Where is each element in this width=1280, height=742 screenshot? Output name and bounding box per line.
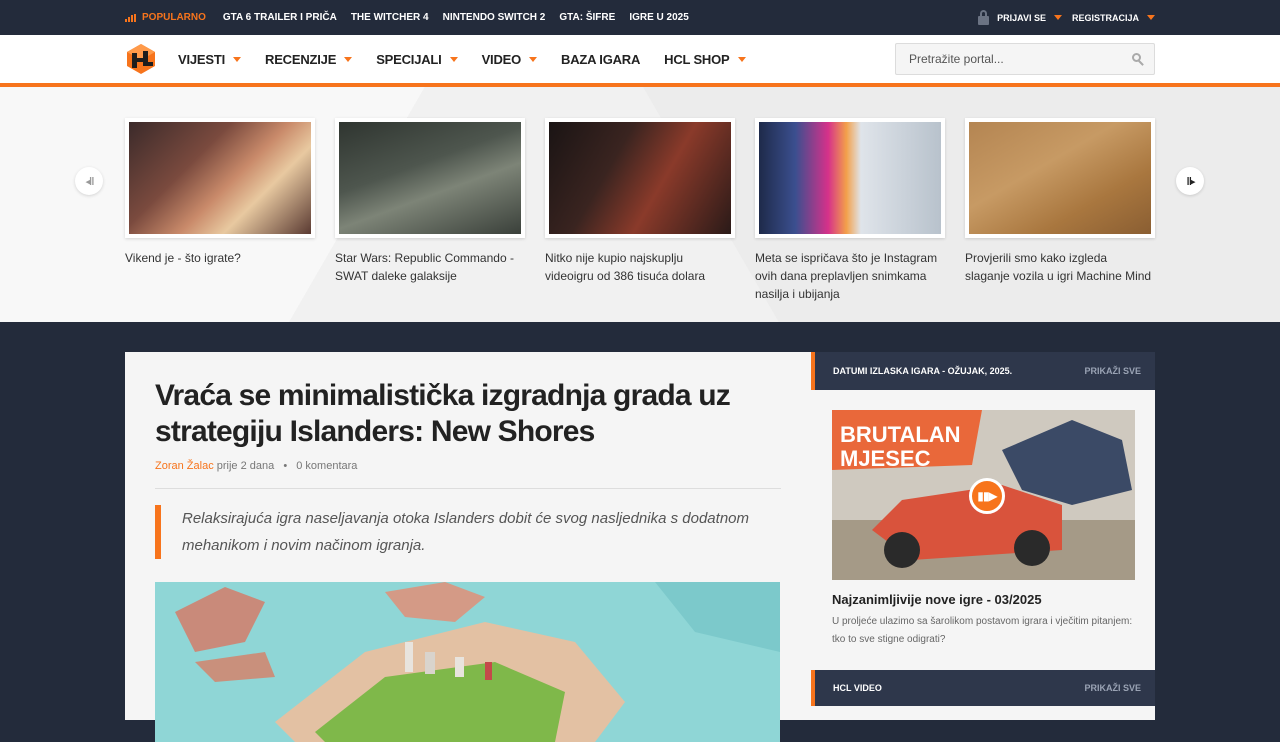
feature-overlay-line2: MJESEC <box>840 446 931 471</box>
article-title: Vraća se minimalistička izgradnja grada … <box>155 379 731 448</box>
chevron-down-icon <box>449 56 458 62</box>
sidebar-section-title: DATUMI IZLASKA IGARA - OŽUJAK, 2025. <box>833 366 1013 376</box>
show-all-link[interactable]: PRIKAŽI SVE <box>1084 366 1141 376</box>
article-time: prije 2 dana <box>216 460 275 472</box>
search-box <box>895 43 1155 75</box>
author-link[interactable]: Zoran Žalac <box>155 460 214 472</box>
chevron-down-icon <box>344 56 353 62</box>
top-bar: POPULARNO GTA 6 TRAILER I PRIČA THE WITC… <box>0 0 1280 35</box>
slide-thumbnail[interactable] <box>545 118 735 238</box>
chevron-down-icon <box>233 56 242 62</box>
slide-caption[interactable]: Vikend je - što igrate? <box>125 249 315 267</box>
comments-link[interactable]: 0 komentara <box>296 460 357 472</box>
nav-item-hcl-shop[interactable]: HCL SHOP <box>664 52 746 67</box>
sidebar-video-title: HCL VIDEO <box>833 683 882 693</box>
slider-item[interactable]: Vikend je - što igrate? <box>125 118 315 267</box>
play-icon[interactable]: ▮▮▶ <box>969 478 1005 514</box>
nav-item-recenzije[interactable]: RECENZIJE <box>265 52 353 67</box>
slider-item[interactable]: Meta se ispričava što je Instagram ovih … <box>755 118 945 303</box>
nav-item-baza-igara[interactable]: BAZA IGARA <box>561 52 640 67</box>
nav-item-vijesti[interactable]: VIJESTI <box>178 52 242 67</box>
article-lead: Relaksirajuća igra naseljavanja otoka Is… <box>155 505 781 559</box>
featured-slider: ◂‖ Vikend je - što igrate? Star Wars: Re… <box>0 87 1280 322</box>
sidebar-section-header: DATUMI IZLASKA IGARA - OŽUJAK, 2025. PRI… <box>811 352 1155 390</box>
sidebar: DATUMI IZLASKA IGARA - OŽUJAK, 2025. PRI… <box>811 352 1155 720</box>
popular-label: POPULARNO <box>125 12 206 23</box>
register-button[interactable]: REGISTRACIJA <box>1072 13 1155 23</box>
lock-icon <box>978 10 990 25</box>
feature-overlay-line1: BRUTALAN <box>840 422 961 447</box>
prev-icon: ◂‖ <box>85 175 95 188</box>
chevron-down-icon <box>737 56 746 62</box>
nav-item-specijali[interactable]: SPECIJALI <box>376 52 458 67</box>
article-hero-image <box>155 582 780 742</box>
chevron-down-icon <box>1147 15 1155 20</box>
slider-item[interactable]: Star Wars: Republic Commando - SWAT dale… <box>335 118 525 285</box>
sidebar-video-header: HCL VIDEO PRIKAŽI SVE <box>811 670 1155 706</box>
popular-link-switch2[interactable]: NINTENDO SWITCH 2 <box>443 12 546 23</box>
article: Vraća se minimalistička izgradnja grada … <box>125 352 811 742</box>
main-nav: VIJESTI RECENZIJE SPECIJALI VIDEO BAZA I… <box>0 35 1280 87</box>
chevron-down-icon <box>1053 15 1062 20</box>
site-logo[interactable] <box>125 43 157 75</box>
feature-title[interactable]: Najzanimljivije nove igre - 03/2025 <box>832 592 1155 607</box>
popular-link-witcher4[interactable]: THE WITCHER 4 <box>351 12 429 23</box>
popular-link-gta6[interactable]: GTA 6 TRAILER I PRIČA <box>223 12 337 23</box>
slide-thumbnail[interactable] <box>965 118 1155 238</box>
show-all-video-link[interactable]: PRIKAŽI SVE <box>1084 683 1141 693</box>
slide-caption[interactable]: Meta se ispričava što je Instagram ovih … <box>755 249 945 303</box>
slider-next-button[interactable]: ‖▸ <box>1176 167 1204 195</box>
featured-video-thumbnail[interactable]: BRUTALAN MJESEC ▮▮▶ <box>832 410 1135 580</box>
main-content: Vraća se minimalistička izgradnja grada … <box>0 322 1280 742</box>
popular-link-games-2025[interactable]: IGRE U 2025 <box>629 12 688 23</box>
slide-caption[interactable]: Nitko nije kupio najskuplju videoigru od… <box>545 249 735 285</box>
popular-link-gta-cheats[interactable]: GTA: ŠIFRE <box>559 12 615 23</box>
chevron-down-icon <box>529 56 538 62</box>
slide-caption[interactable]: Star Wars: Republic Commando - SWAT dale… <box>335 249 525 285</box>
separator-dot: • <box>283 460 288 472</box>
slider-item[interactable]: Nitko nije kupio najskuplju videoigru od… <box>545 118 735 285</box>
slider-item[interactable]: Provjerili smo kako izgleda slaganje voz… <box>965 118 1155 285</box>
trending-icon <box>125 13 136 22</box>
search-input[interactable] <box>909 52 1132 66</box>
slide-thumbnail[interactable] <box>125 118 315 238</box>
slider-prev-button[interactable]: ◂‖ <box>75 167 103 195</box>
article-meta: Zoran Žalac prije 2 dana • 0 komentara <box>155 460 781 489</box>
slide-thumbnail[interactable] <box>755 118 945 238</box>
feature-description: U proljeće ulazimo sa šarolikom postavom… <box>832 616 1133 645</box>
slide-thumbnail[interactable] <box>335 118 525 238</box>
next-icon: ‖▸ <box>1186 175 1196 188</box>
login-button[interactable]: PRIJAVI SE <box>997 13 1062 23</box>
nav-item-video[interactable]: VIDEO <box>482 52 538 67</box>
slide-caption[interactable]: Provjerili smo kako izgleda slaganje voz… <box>965 249 1155 285</box>
search-icon[interactable] <box>1132 53 1144 66</box>
